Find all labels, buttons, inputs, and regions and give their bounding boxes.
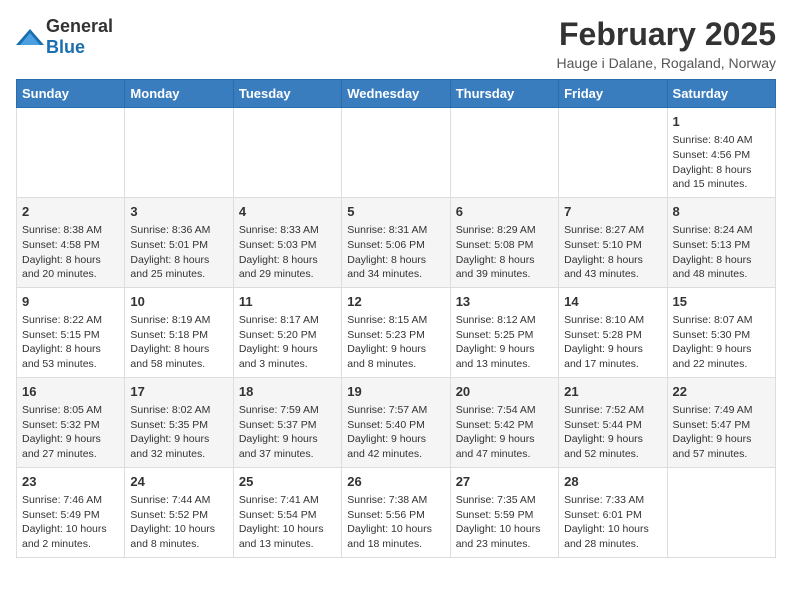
week-row-4: 23Sunrise: 7:46 AMSunset: 5:49 PMDayligh… [17,467,776,557]
calendar-cell: 7Sunrise: 8:27 AMSunset: 5:10 PMDaylight… [559,197,667,287]
calendar-cell: 11Sunrise: 8:17 AMSunset: 5:20 PMDayligh… [233,287,341,377]
header-cell-friday: Friday [559,80,667,108]
calendar-cell [450,108,558,198]
logo: General Blue [16,16,113,58]
header-cell-sunday: Sunday [17,80,125,108]
calendar-cell [667,467,775,557]
calendar-cell: 15Sunrise: 8:07 AMSunset: 5:30 PMDayligh… [667,287,775,377]
day-number: 26 [347,473,444,491]
day-number: 16 [22,383,119,401]
subtitle: Hauge i Dalane, Rogaland, Norway [557,55,776,71]
calendar-cell: 28Sunrise: 7:33 AMSunset: 6:01 PMDayligh… [559,467,667,557]
header: General Blue February 2025 Hauge i Dalan… [16,16,776,71]
day-number: 27 [456,473,553,491]
day-number: 7 [564,203,661,221]
day-number: 20 [456,383,553,401]
day-number: 4 [239,203,336,221]
day-number: 25 [239,473,336,491]
day-number: 15 [673,293,770,311]
week-row-3: 16Sunrise: 8:05 AMSunset: 5:32 PMDayligh… [17,377,776,467]
logo-blue: Blue [46,37,85,57]
day-number: 22 [673,383,770,401]
calendar-cell: 27Sunrise: 7:35 AMSunset: 5:59 PMDayligh… [450,467,558,557]
calendar-table: SundayMondayTuesdayWednesdayThursdayFrid… [16,79,776,558]
calendar-cell: 12Sunrise: 8:15 AMSunset: 5:23 PMDayligh… [342,287,450,377]
calendar-cell [125,108,233,198]
calendar-cell: 19Sunrise: 7:57 AMSunset: 5:40 PMDayligh… [342,377,450,467]
day-number: 10 [130,293,227,311]
main-title: February 2025 [557,16,776,53]
day-number: 18 [239,383,336,401]
calendar-cell [342,108,450,198]
calendar-body: 1Sunrise: 8:40 AMSunset: 4:56 PMDaylight… [17,108,776,558]
calendar-cell: 6Sunrise: 8:29 AMSunset: 5:08 PMDaylight… [450,197,558,287]
day-number: 8 [673,203,770,221]
calendar-cell: 16Sunrise: 8:05 AMSunset: 5:32 PMDayligh… [17,377,125,467]
day-number: 14 [564,293,661,311]
header-cell-monday: Monday [125,80,233,108]
calendar-cell: 14Sunrise: 8:10 AMSunset: 5:28 PMDayligh… [559,287,667,377]
calendar-cell: 3Sunrise: 8:36 AMSunset: 5:01 PMDaylight… [125,197,233,287]
logo-general: General [46,16,113,36]
day-number: 28 [564,473,661,491]
calendar-cell [233,108,341,198]
calendar-cell: 25Sunrise: 7:41 AMSunset: 5:54 PMDayligh… [233,467,341,557]
day-number: 6 [456,203,553,221]
day-number: 17 [130,383,227,401]
calendar-cell: 23Sunrise: 7:46 AMSunset: 5:49 PMDayligh… [17,467,125,557]
logo-icon [16,27,44,47]
day-number: 24 [130,473,227,491]
calendar-header: SundayMondayTuesdayWednesdayThursdayFrid… [17,80,776,108]
title-area: February 2025 Hauge i Dalane, Rogaland, … [557,16,776,71]
calendar-cell: 9Sunrise: 8:22 AMSunset: 5:15 PMDaylight… [17,287,125,377]
calendar-cell: 18Sunrise: 7:59 AMSunset: 5:37 PMDayligh… [233,377,341,467]
day-number: 12 [347,293,444,311]
day-number: 19 [347,383,444,401]
header-cell-wednesday: Wednesday [342,80,450,108]
calendar-cell: 2Sunrise: 8:38 AMSunset: 4:58 PMDaylight… [17,197,125,287]
header-cell-tuesday: Tuesday [233,80,341,108]
header-cell-thursday: Thursday [450,80,558,108]
calendar-cell: 20Sunrise: 7:54 AMSunset: 5:42 PMDayligh… [450,377,558,467]
calendar-cell [17,108,125,198]
calendar-cell: 17Sunrise: 8:02 AMSunset: 5:35 PMDayligh… [125,377,233,467]
calendar-cell: 5Sunrise: 8:31 AMSunset: 5:06 PMDaylight… [342,197,450,287]
calendar-cell: 26Sunrise: 7:38 AMSunset: 5:56 PMDayligh… [342,467,450,557]
calendar-cell: 22Sunrise: 7:49 AMSunset: 5:47 PMDayligh… [667,377,775,467]
week-row-0: 1Sunrise: 8:40 AMSunset: 4:56 PMDaylight… [17,108,776,198]
calendar-cell: 4Sunrise: 8:33 AMSunset: 5:03 PMDaylight… [233,197,341,287]
calendar-cell: 21Sunrise: 7:52 AMSunset: 5:44 PMDayligh… [559,377,667,467]
header-cell-saturday: Saturday [667,80,775,108]
day-number: 5 [347,203,444,221]
day-number: 1 [673,113,770,131]
calendar-cell: 24Sunrise: 7:44 AMSunset: 5:52 PMDayligh… [125,467,233,557]
day-number: 21 [564,383,661,401]
header-row: SundayMondayTuesdayWednesdayThursdayFrid… [17,80,776,108]
calendar-cell: 13Sunrise: 8:12 AMSunset: 5:25 PMDayligh… [450,287,558,377]
day-number: 2 [22,203,119,221]
day-number: 11 [239,293,336,311]
calendar-cell [559,108,667,198]
day-number: 9 [22,293,119,311]
calendar-cell: 10Sunrise: 8:19 AMSunset: 5:18 PMDayligh… [125,287,233,377]
day-number: 13 [456,293,553,311]
week-row-2: 9Sunrise: 8:22 AMSunset: 5:15 PMDaylight… [17,287,776,377]
week-row-1: 2Sunrise: 8:38 AMSunset: 4:58 PMDaylight… [17,197,776,287]
day-number: 23 [22,473,119,491]
day-number: 3 [130,203,227,221]
calendar-cell: 8Sunrise: 8:24 AMSunset: 5:13 PMDaylight… [667,197,775,287]
logo-text: General Blue [46,16,113,58]
calendar-cell: 1Sunrise: 8:40 AMSunset: 4:56 PMDaylight… [667,108,775,198]
